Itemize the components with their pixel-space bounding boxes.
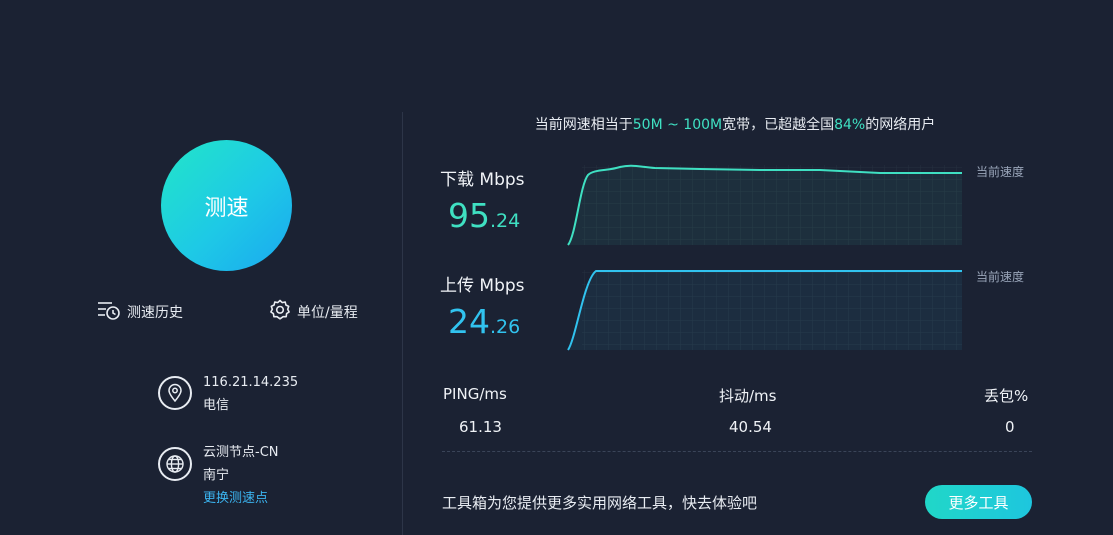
- packet-loss-label: 丢包%: [984, 387, 1029, 405]
- upload-graph-fill: [568, 271, 962, 350]
- download-value: 95.24: [448, 196, 520, 235]
- summary-middle: 宽带，已超越全国: [722, 117, 835, 133]
- ping-value: 61.13: [459, 418, 502, 436]
- upload-value: 24.26: [448, 302, 520, 341]
- location-icon: [158, 376, 192, 410]
- isp-name: 电信: [203, 398, 230, 413]
- start-speed-test-button[interactable]: 测速: [161, 140, 292, 271]
- stats-divider: [442, 451, 1032, 452]
- toolbox-promo-text: 工具箱为您提供更多实用网络工具，快去体验吧: [442, 494, 758, 512]
- speed-history-label: 测速历史: [127, 305, 183, 321]
- upload-speed-graph: [567, 270, 962, 351]
- upload-current-speed-label: 当前速度: [976, 270, 1025, 284]
- upload-label: 上传 Mbps: [440, 276, 525, 296]
- units-range-link[interactable]: 单位/量程: [269, 299, 358, 325]
- jitter-label: 抖动/ms: [719, 387, 777, 405]
- history-icon: [97, 299, 121, 325]
- download-label: 下载 Mbps: [440, 170, 525, 190]
- summary-percent: 84%: [834, 117, 866, 133]
- node-city: 南宁: [203, 468, 230, 483]
- upload-value-int: 24: [448, 302, 490, 341]
- change-node-link[interactable]: 更换测速点: [203, 487, 279, 510]
- gear-icon: [269, 299, 291, 325]
- download-graph-fill: [568, 165, 962, 245]
- upload-value-dec: .26: [490, 316, 521, 338]
- node-name: 云测节点-CN: [203, 445, 279, 460]
- speed-summary: 当前网速相当于50M ~ 100M宽带，已超越全国84%的网络用户: [420, 114, 1050, 134]
- download-speed-graph: [567, 164, 962, 246]
- start-speed-test-label: 测速: [204, 195, 249, 221]
- more-tools-button[interactable]: 更多工具: [925, 485, 1032, 519]
- download-value-int: 95: [448, 196, 490, 235]
- download-value-dec: .24: [490, 210, 521, 232]
- more-tools-label: 更多工具: [948, 493, 1009, 512]
- globe-icon: [158, 447, 192, 481]
- units-range-label: 单位/量程: [297, 305, 358, 321]
- jitter-value: 40.54: [729, 418, 772, 436]
- summary-suffix: 的网络用户: [865, 117, 936, 133]
- speed-history-link[interactable]: 测速历史: [97, 299, 183, 325]
- ping-label: PING/ms: [443, 385, 507, 403]
- packet-loss-value: 0: [1005, 418, 1015, 436]
- panel-divider: [402, 112, 403, 535]
- summary-range: 50M ~ 100M: [632, 117, 723, 133]
- summary-prefix: 当前网速相当于: [534, 117, 633, 133]
- ip-address: 116.21.14.235: [203, 375, 299, 390]
- download-current-speed-label: 当前速度: [976, 165, 1025, 179]
